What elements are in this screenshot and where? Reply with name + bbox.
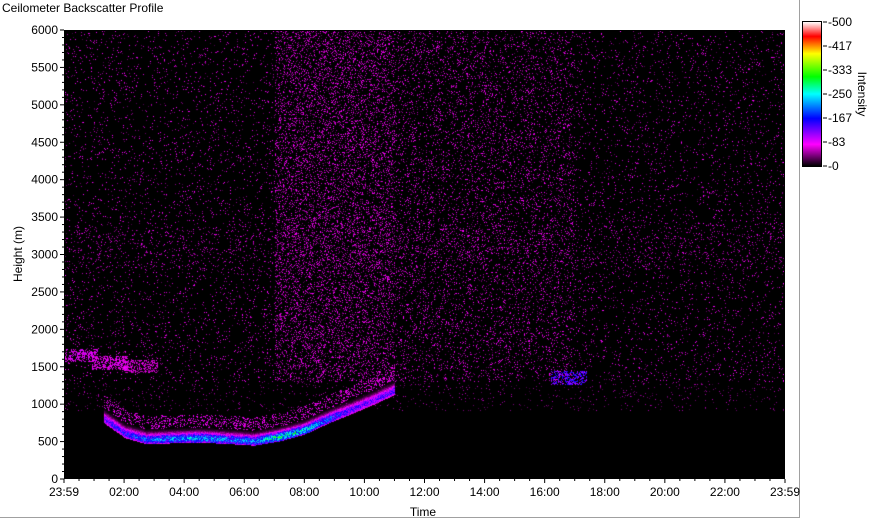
colorbar-tick-label: -167 xyxy=(828,111,852,125)
plot-area[interactable] xyxy=(64,30,785,479)
chart-title: Ceilometer Backscatter Profile xyxy=(2,1,164,15)
colorbar-tick-label: -500 xyxy=(828,15,852,29)
colorbar-tick-label: -250 xyxy=(828,87,852,101)
colorbar-title: Intensity xyxy=(855,72,869,117)
heatmap-canvas xyxy=(65,31,784,478)
colorbar-tick-label: -417 xyxy=(828,39,852,53)
colorbar-tick-label: -333 xyxy=(828,63,852,77)
colorbar xyxy=(802,21,822,167)
colorbar-tick-label: -83 xyxy=(828,135,846,149)
colorbar-axis: -0 -83 -167 -250 -333 -417 -500 xyxy=(823,15,852,173)
colorbar-tick-label: -0 xyxy=(828,159,839,173)
